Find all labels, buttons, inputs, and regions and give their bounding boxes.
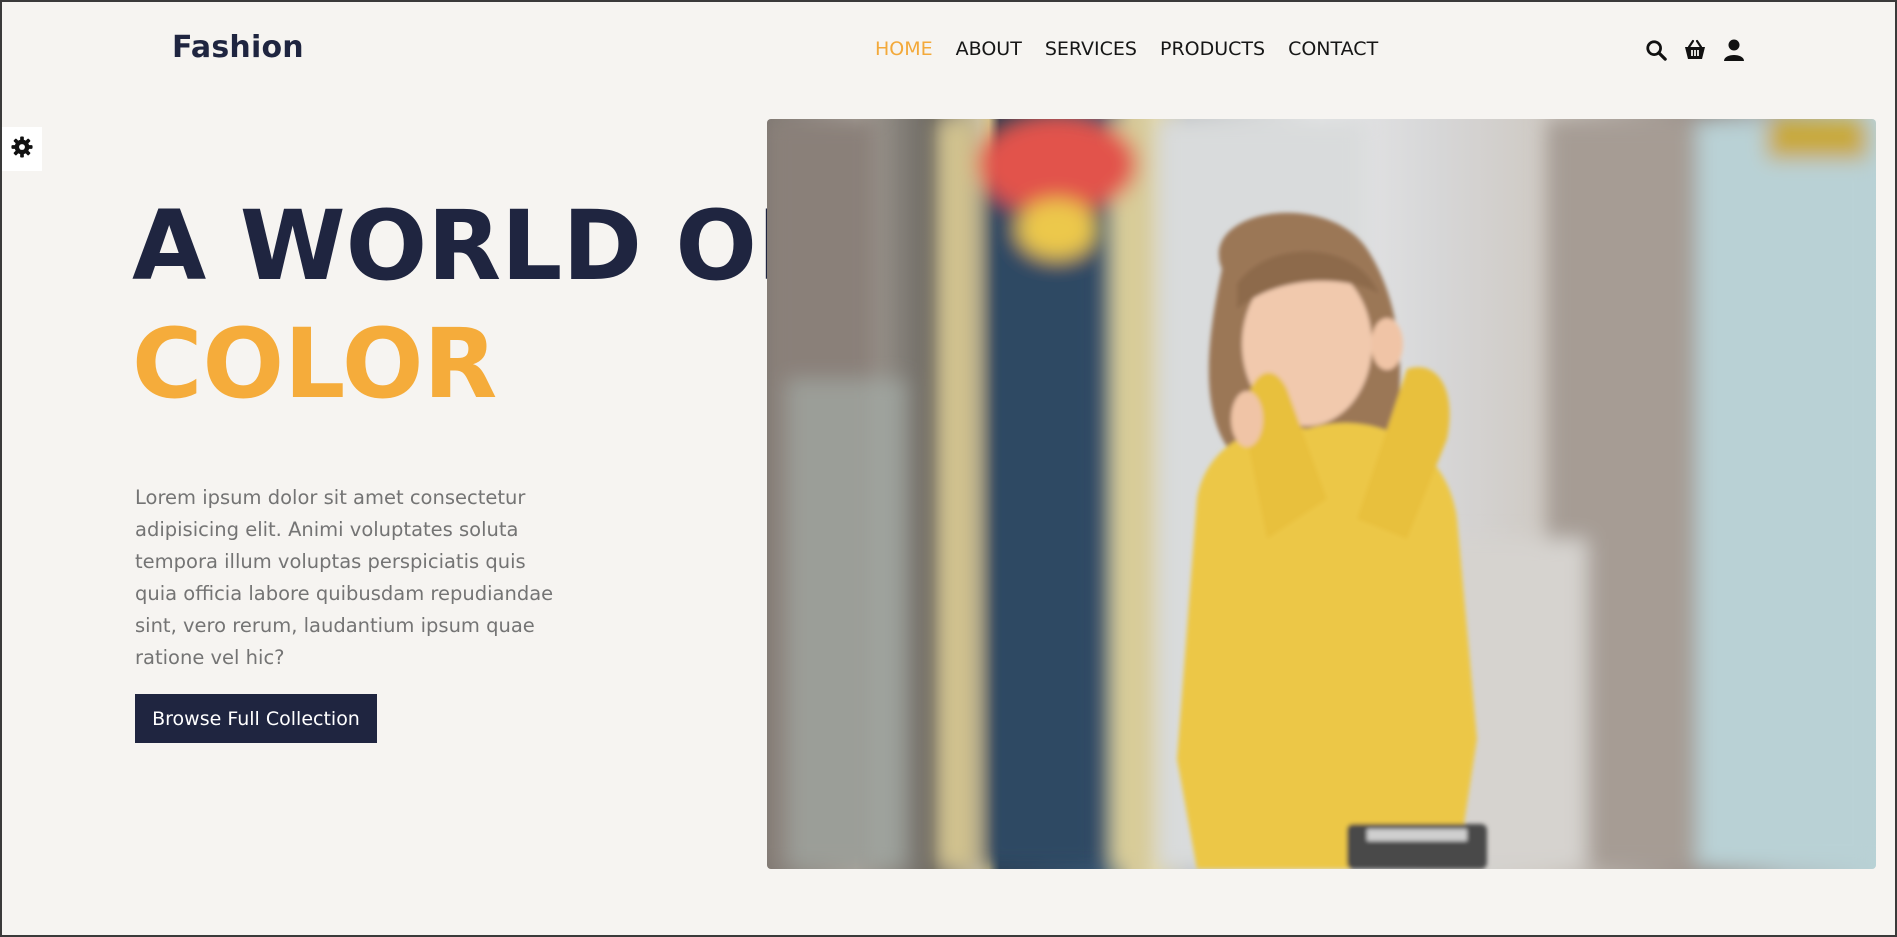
user-icon[interactable]: [1721, 37, 1747, 63]
site-header: Fashion HOME ABOUT SERVICES PRODUCTS CON…: [2, 2, 1895, 100]
nav-item-home[interactable]: HOME: [875, 38, 933, 60]
main-nav: HOME ABOUT SERVICES PRODUCTS CONTACT: [875, 38, 1401, 60]
header-icons: [1643, 37, 1760, 63]
nav-item-products[interactable]: PRODUCTS: [1160, 38, 1265, 60]
search-icon[interactable]: [1643, 37, 1669, 63]
browse-collection-button[interactable]: Browse Full Collection: [135, 694, 377, 743]
hero-title: A WORLD OF COLOR: [132, 187, 823, 423]
nav-item-services[interactable]: SERVICES: [1045, 38, 1137, 60]
gear-icon: [11, 136, 33, 162]
settings-gear-button[interactable]: [2, 127, 42, 171]
hero-image: [767, 119, 1876, 869]
hero-description: Lorem ipsum dolor sit amet consectetur a…: [135, 486, 554, 669]
nav-item-contact[interactable]: CONTACT: [1288, 38, 1378, 60]
site-logo[interactable]: Fashion: [172, 30, 304, 65]
hero-title-line2: COLOR: [132, 308, 498, 420]
hero-title-line1: A WORLD OF: [132, 190, 823, 302]
basket-icon[interactable]: [1682, 37, 1708, 63]
nav-item-about[interactable]: ABOUT: [956, 38, 1022, 60]
